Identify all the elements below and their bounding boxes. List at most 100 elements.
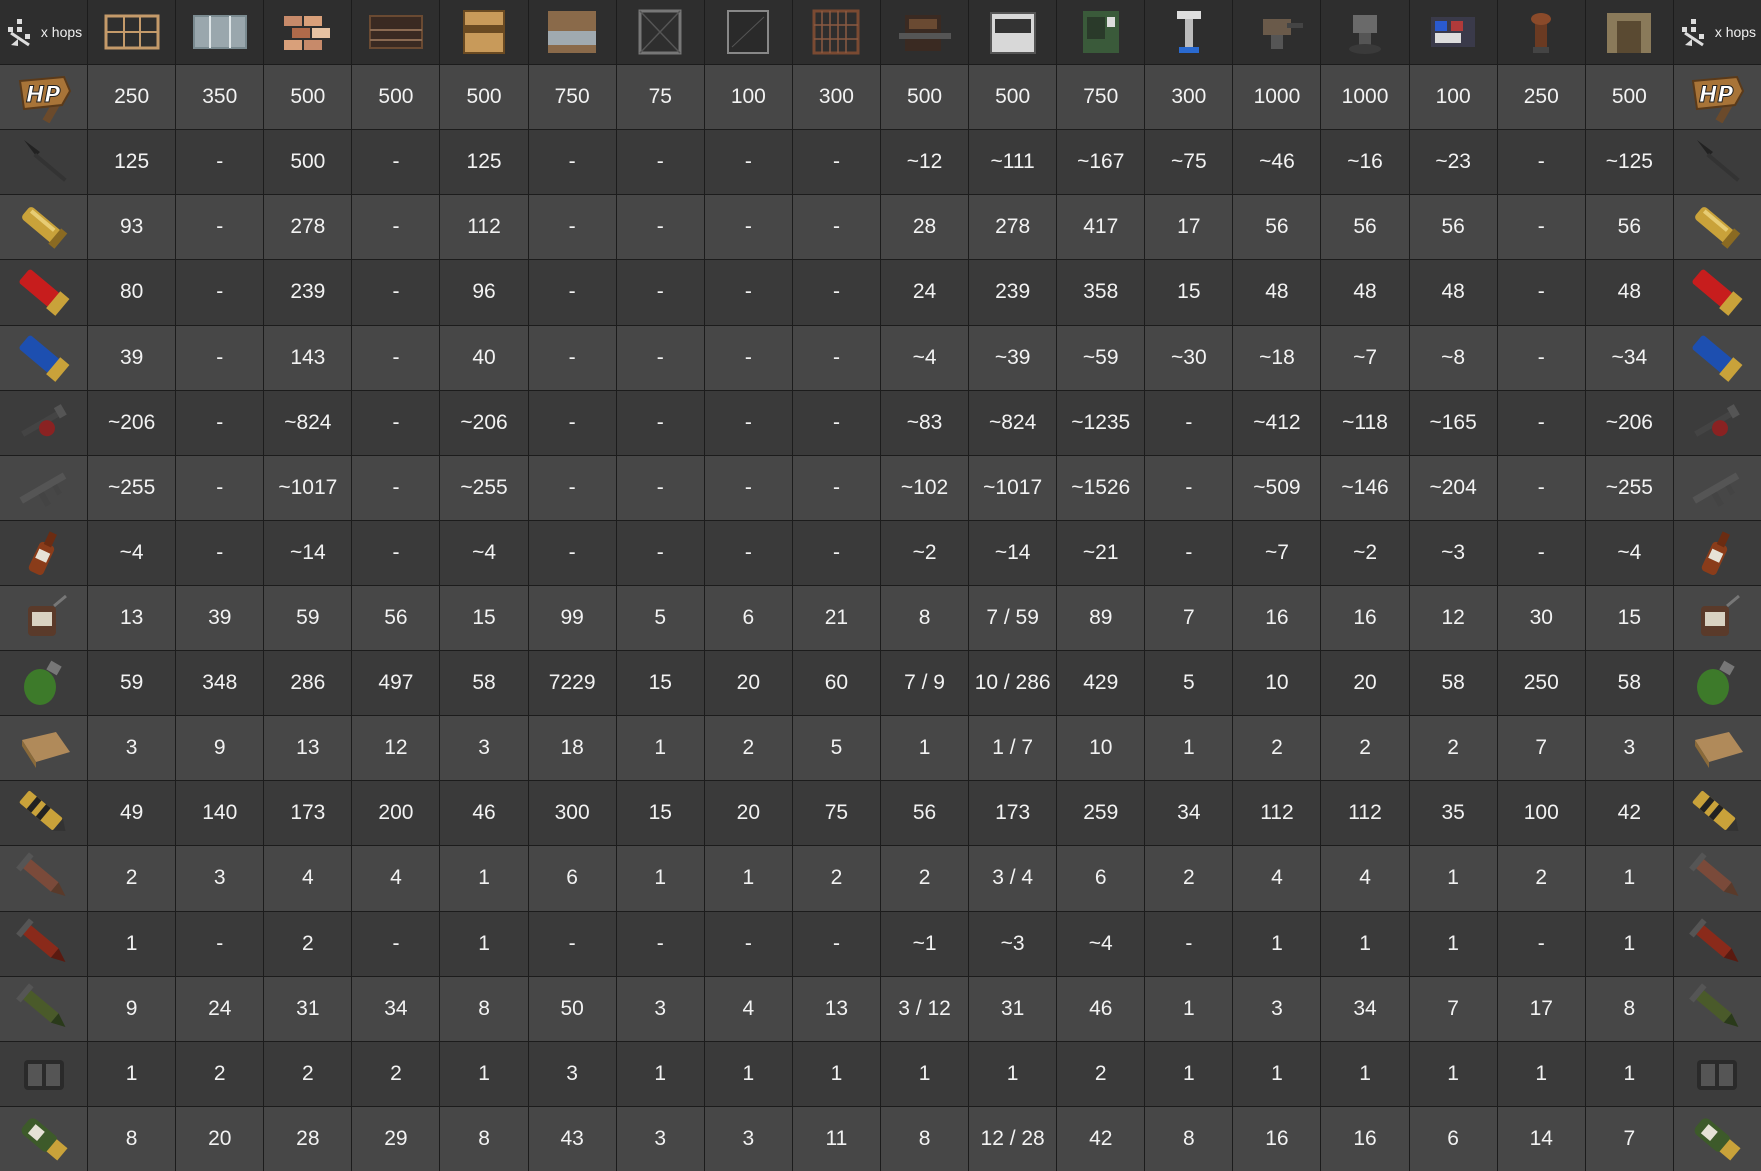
table-cell: 14	[1497, 1106, 1585, 1171]
table-cell: 1	[88, 1041, 176, 1106]
table-cell: ~83	[880, 390, 969, 455]
table-cell: 348	[176, 651, 264, 716]
table-cell: 12	[1409, 586, 1497, 651]
table-cell: ~1017	[264, 455, 352, 520]
table-cell: ~12	[880, 130, 969, 195]
table-cell: -	[792, 390, 880, 455]
table-cell: 2	[264, 1041, 352, 1106]
table-cell: 3	[440, 716, 528, 781]
table-cell: 1	[1585, 1041, 1673, 1106]
shelves-icon	[1423, 7, 1483, 57]
table-cell: -	[1497, 455, 1585, 520]
table-cell: 1 / 7	[969, 716, 1057, 781]
vending-machine-icon	[1071, 7, 1131, 57]
column-header-shop-front	[969, 0, 1057, 65]
table-cell: 3 / 4	[969, 846, 1057, 911]
hops-icon	[5, 17, 35, 47]
table-cell: 4	[704, 976, 792, 1041]
table-cell: -	[352, 195, 440, 260]
table-cell: ~412	[1233, 390, 1321, 455]
hv-rocket-icon	[1687, 983, 1747, 1035]
flamethrower-icon	[14, 397, 74, 449]
molotov-icon	[14, 527, 74, 579]
table-cell: ~4	[1585, 520, 1673, 585]
tesla-coil-icon	[1159, 7, 1219, 57]
table-cell: -	[528, 911, 616, 976]
hv-rocket-icon	[14, 983, 74, 1035]
column-header-wooden-door	[440, 0, 528, 65]
table-cell: 1	[880, 716, 969, 781]
f1-grenade-icon	[14, 657, 74, 709]
table-cell: 7	[1585, 1106, 1673, 1171]
table-cell: 75	[792, 781, 880, 846]
table-cell: 5	[792, 716, 880, 781]
table-cell: 48	[1585, 260, 1673, 325]
row-header-left	[0, 911, 88, 976]
table-cell: 10	[1057, 716, 1145, 781]
table-cell: 75	[616, 65, 704, 130]
row-header-right	[1673, 130, 1761, 195]
table-cell: 56	[1233, 195, 1321, 260]
table-cell: -	[792, 260, 880, 325]
table-cell: -	[1145, 520, 1233, 585]
column-header-stone-wall-mixed	[264, 0, 352, 65]
table-cell: 15	[616, 781, 704, 846]
flame-turret-icon	[1511, 7, 1571, 57]
table-cell: 2	[88, 846, 176, 911]
blue-shotgun-shell-icon	[1687, 332, 1747, 384]
table-cell: 1000	[1321, 65, 1409, 130]
table-cell: 500	[880, 65, 969, 130]
table-cell: 1	[1409, 911, 1497, 976]
table-cell: 31	[264, 976, 352, 1041]
table-cell: 24	[880, 260, 969, 325]
table-cell: 20	[176, 1106, 264, 1171]
table-cell: 125	[88, 130, 176, 195]
table-cell: ~3	[969, 911, 1057, 976]
row-header-right	[1673, 195, 1761, 260]
table-cell: 1	[1585, 911, 1673, 976]
table-cell: 5	[616, 586, 704, 651]
table-cell: 20	[1321, 651, 1409, 716]
table-cell: 1	[1233, 911, 1321, 976]
table-cell: -	[352, 325, 440, 390]
row-header-left	[0, 325, 88, 390]
row-header-left	[0, 1041, 88, 1106]
brick-stack-icon	[278, 10, 338, 54]
table-cell: -	[176, 195, 264, 260]
table-cell: 250	[1497, 651, 1585, 716]
table-cell: -	[528, 260, 616, 325]
table-cell: 49	[88, 781, 176, 846]
molotov-icon	[1687, 527, 1747, 579]
column-header-wire-fence	[616, 0, 704, 65]
table-cell: 100	[1409, 65, 1497, 130]
table-cell: -	[704, 260, 792, 325]
table-cell: 12	[352, 716, 440, 781]
table-cell: 500	[1585, 65, 1673, 130]
table-cell: ~14	[264, 520, 352, 585]
header-corner-right: x hops	[1673, 0, 1761, 65]
sam-site-icon	[1335, 7, 1395, 57]
table-cell: 13	[792, 976, 880, 1041]
table-cell: -	[792, 455, 880, 520]
column-header-armored-door	[528, 0, 616, 65]
table-cell: 16	[1321, 586, 1409, 651]
table-cell: -	[176, 911, 264, 976]
table-cell: 48	[1233, 260, 1321, 325]
table-cell: 1	[440, 846, 528, 911]
incendiary-rocket-icon	[1687, 917, 1747, 970]
table-cell: 239	[264, 260, 352, 325]
table-cell: 250	[88, 65, 176, 130]
row-header-right	[1673, 325, 1761, 390]
table-cell: 250	[1497, 65, 1585, 130]
table-cell: 16	[1233, 1106, 1321, 1171]
table-cell: 58	[1409, 651, 1497, 716]
column-header-sam-site	[1321, 0, 1409, 65]
table-cell: 500	[440, 65, 528, 130]
row-header-right	[1673, 520, 1761, 585]
table-cell: ~59	[1057, 325, 1145, 390]
table-cell: 3 / 12	[880, 976, 969, 1041]
table-cell: ~7	[1321, 325, 1409, 390]
table-cell: 58	[440, 651, 528, 716]
table-cell: 29	[352, 1106, 440, 1171]
column-header-tesla-coil	[1145, 0, 1233, 65]
